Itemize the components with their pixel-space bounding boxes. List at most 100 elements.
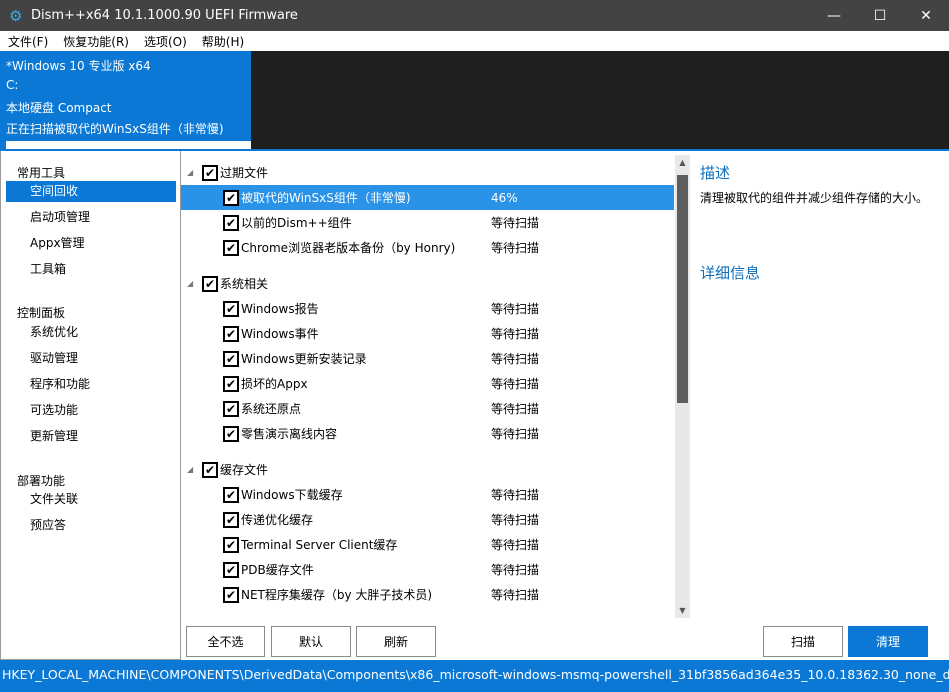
list-item[interactable]: ✔ PDB缓存文件 等待扫描 — [181, 557, 674, 582]
list-item[interactable]: ✔ 损坏的Appx 等待扫描 — [181, 371, 674, 396]
cleanup-list: ◢ ✔ 过期文件 ✔ 被取代的WinSxS组件（非常慢) 46% ✔ 以前的Dism++组件等… — [181, 151, 690, 618]
item-checkbox[interactable]: ✔ — [223, 586, 239, 603]
menu-restore[interactable]: 恢复功能(R) — [55, 33, 136, 50]
list-item[interactable]: ✔ NET程序集缓存（by 大胖子技术员) 等待扫描 — [181, 582, 674, 607]
scan-button[interactable]: 扫描 — [763, 626, 843, 657]
item-status: 等待扫描 — [491, 216, 540, 230]
maximize-button[interactable]: ☐ — [857, 0, 903, 31]
close-button[interactable]: ✕ — [903, 0, 949, 31]
item-label: 传递优化缓存 — [241, 513, 314, 527]
scrollbar[interactable]: ▲ ▼ — [675, 155, 690, 618]
status-bar: HKEY_LOCAL_MACHINE\COMPONENTS\DerivedDat… — [0, 660, 949, 692]
item-checkbox[interactable]: ✔ — [223, 350, 239, 367]
description-text: 清理被取代的组件并减少组件存储的大小。 — [700, 191, 929, 205]
list-item[interactable]: ✔ 传递优化缓存 等待扫描 — [181, 507, 674, 532]
item-checkbox[interactable]: ✔ — [223, 214, 239, 231]
sidebar-item[interactable]: 可选功能 — [6, 400, 176, 421]
item-checkbox[interactable]: ✔ — [223, 561, 239, 578]
item-checkbox[interactable]: ✔ — [223, 486, 239, 503]
sidebar-item[interactable]: 预应答 — [6, 515, 176, 536]
item-label: 零售演示离线内容 — [241, 427, 338, 441]
list-item[interactable]: ✔ Windows报告 等待扫描 — [181, 296, 674, 321]
item-checkbox[interactable]: ✔ — [223, 511, 239, 528]
sidebar-item[interactable]: 工具箱 — [6, 259, 176, 280]
refresh-button[interactable]: 刷新 — [356, 626, 436, 657]
details-title: 详细信息 — [700, 264, 761, 282]
item-checkbox[interactable]: ✔ — [223, 189, 239, 206]
item-status: 等待扫描 — [491, 402, 540, 416]
list-item[interactable]: ✔ 被取代的WinSxS组件（非常慢) 46% — [181, 185, 674, 210]
group-checkbox[interactable]: ✔ — [202, 461, 218, 478]
collapse-arrow-icon[interactable]: ◢ — [187, 465, 196, 474]
group-checkbox[interactable]: ✔ — [202, 275, 218, 292]
item-status: 等待扫描 — [491, 327, 540, 341]
item-status: 等待扫描 — [491, 488, 540, 502]
sidebar-group-label: 控制面板 — [17, 306, 66, 320]
item-label: 被取代的WinSxS组件（非常慢) — [241, 191, 411, 205]
sidebar-item[interactable]: 空间回收 — [6, 181, 176, 202]
list-item[interactable]: ✔ Windows下载缓存 等待扫描 — [181, 482, 674, 507]
item-status: 46% — [491, 190, 518, 205]
app-gear-icon: ⚙ — [9, 6, 23, 25]
sidebar-item[interactable]: 系统优化 — [6, 322, 176, 343]
menu-file[interactable]: 文件(F) — [0, 33, 55, 50]
sidebar-item[interactable]: 启动项管理 — [6, 207, 176, 228]
list-item[interactable]: ✔ 以前的Dism++组件 等待扫描 — [181, 210, 674, 235]
item-checkbox[interactable]: ✔ — [223, 325, 239, 342]
item-status: 等待扫描 — [491, 513, 540, 527]
item-label: NET程序集缓存（by 大胖子技术员) — [241, 588, 433, 602]
list-item[interactable]: ✔ Windows更新安装记录 等待扫描 — [181, 346, 674, 371]
item-checkbox[interactable]: ✔ — [223, 239, 239, 256]
item-checkbox[interactable]: ✔ — [223, 536, 239, 553]
item-status: 等待扫描 — [491, 377, 540, 391]
sidebar-item[interactable]: Appx管理 — [6, 233, 176, 254]
item-label: Windows报告 — [241, 302, 319, 316]
item-label: 以前的Dism++组件 — [241, 216, 352, 230]
scroll-up-icon[interactable]: ▲ — [675, 158, 690, 167]
group-checkbox[interactable]: ✔ — [202, 164, 218, 181]
item-status: 等待扫描 — [491, 563, 540, 577]
list-item[interactable]: ✔ 零售演示离线内容 等待扫描 — [181, 421, 674, 446]
sidebar-item[interactable]: 更新管理 — [6, 426, 176, 447]
item-label: 系统还原点 — [241, 402, 302, 416]
item-label: Terminal Server Client缓存 — [241, 538, 398, 552]
group-label: 缓存文件 — [220, 463, 269, 477]
list-item[interactable]: ✔ Terminal Server Client缓存 等待扫描 — [181, 532, 674, 557]
group-row[interactable]: ◢ ✔ 过期文件 — [181, 160, 674, 185]
sidebar-item[interactable]: 文件关联 — [6, 489, 176, 510]
sidebar: 常用工具 空间回收 启动项管理 Appx管理 工具箱 控制面板 系统优化 驱动管理 程序和功能可… — [0, 151, 181, 660]
group-row[interactable]: ◢ ✔ 缓存文件 — [181, 457, 674, 482]
scroll-thumb[interactable] — [677, 175, 688, 403]
clean-button[interactable]: 清理 — [848, 626, 928, 657]
description-title: 描述 — [700, 164, 731, 182]
item-label: Windows更新安装记录 — [241, 352, 367, 366]
item-checkbox[interactable]: ✔ — [223, 400, 239, 417]
sidebar-item[interactable]: 程序和功能 — [6, 374, 176, 395]
item-status: 等待扫描 — [491, 427, 540, 441]
item-checkbox[interactable]: ✔ — [223, 375, 239, 392]
item-checkbox[interactable]: ✔ — [223, 425, 239, 442]
window-title: Dism++x64 10.1.1000.90 UEFI Firmware — [31, 8, 298, 23]
list-item[interactable]: ✔ Windows事件 等待扫描 — [181, 321, 674, 346]
sidebar-group-label: 部署功能 — [17, 474, 66, 488]
disk-info: 本地硬盘 Compact — [6, 101, 112, 115]
group-row[interactable]: ◢ ✔ 系统相关 — [181, 271, 674, 296]
menu-help[interactable]: 帮助(H) — [194, 33, 251, 50]
group-label: 系统相关 — [220, 277, 269, 291]
scroll-down-icon[interactable]: ▼ — [675, 606, 690, 615]
session-card[interactable]: *Windows 10 专业版 x64 C: 本地硬盘 Compact 正在扫描… — [0, 51, 251, 162]
collapse-arrow-icon[interactable]: ◢ — [187, 168, 196, 177]
drive-letter: C: — [6, 78, 19, 92]
menu-options[interactable]: 选项(O) — [136, 33, 194, 50]
default-button[interactable]: 默认 — [271, 626, 351, 657]
item-label: PDB缓存文件 — [241, 563, 314, 577]
item-status: 等待扫描 — [491, 352, 540, 366]
item-checkbox[interactable]: ✔ — [223, 300, 239, 317]
collapse-arrow-icon[interactable]: ◢ — [187, 279, 196, 288]
list-item[interactable]: ✔ Chrome浏览器老版本备份（by Honry) 等待扫描 — [181, 235, 674, 260]
sidebar-item[interactable]: 驱动管理 — [6, 348, 176, 369]
minimize-button[interactable]: — — [811, 0, 857, 31]
list-item[interactable]: ✔ 系统还原点 等待扫描 — [181, 396, 674, 421]
select-none-button[interactable]: 全不选 — [186, 626, 265, 657]
item-status: 等待扫描 — [491, 302, 540, 316]
